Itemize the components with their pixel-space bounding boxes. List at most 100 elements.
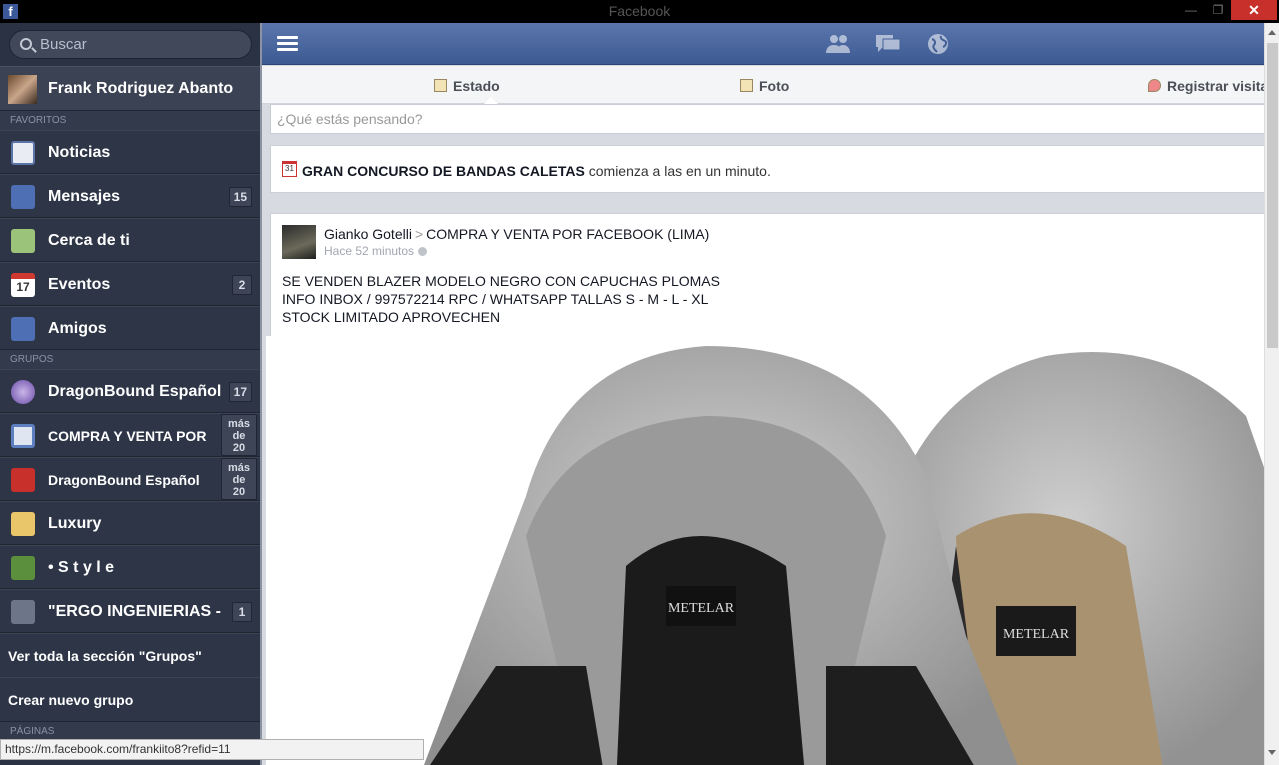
sidebar-item-label: Cerca de ti xyxy=(48,232,130,249)
dice-icon xyxy=(11,556,35,580)
status-url: https://m.facebook.com/frankiito8?refid=… xyxy=(0,739,424,760)
news-feed: Estado Foto Registrar visita ¿Qué estás … xyxy=(260,23,1264,765)
sidebar-item-cerca[interactable]: Cerca de ti xyxy=(0,218,260,262)
group-icon xyxy=(11,468,35,492)
scrollbar[interactable] xyxy=(1264,23,1279,765)
timestamp[interactable]: Hace 52 minutos xyxy=(324,244,414,258)
event-suffix: comienza a las en un minuto. xyxy=(584,163,771,179)
profile-row[interactable]: Frank Rodriguez Abanto xyxy=(0,66,260,110)
sidebar-item-label: DragonBound Español xyxy=(48,472,200,488)
sidebar-item-mensajes[interactable]: Mensajes 15 xyxy=(0,174,260,218)
fist-icon xyxy=(11,600,35,624)
notification-count: 1 xyxy=(232,602,252,622)
sidebar: Buscar Frank Rodriguez Abanto FAVORITOS … xyxy=(0,23,260,765)
event-title[interactable]: GRAN CONCURSO DE BANDAS CALETAS xyxy=(302,163,585,179)
hooded-blazers-image: METELAR METELAR xyxy=(423,346,1264,765)
sidebar-item-group[interactable]: DragonBound Español más de 20 xyxy=(0,457,260,501)
groups-header: GRUPOS xyxy=(0,349,260,369)
link-label: Ver toda la sección "Grupos" xyxy=(8,648,202,664)
scroll-down-icon[interactable] xyxy=(1268,750,1276,755)
sidebar-item-amigos[interactable]: Amigos xyxy=(0,306,260,350)
post-author[interactable]: Gianko Gotelli xyxy=(324,226,412,242)
public-globe-icon xyxy=(418,247,428,256)
tab-registrar-visita[interactable]: Registrar visita xyxy=(1148,78,1264,94)
link-label: Crear nuevo grupo xyxy=(8,692,134,708)
notifications-globe-icon[interactable] xyxy=(925,33,951,55)
see-all-groups-link[interactable]: Ver toda la sección "Grupos" xyxy=(0,633,260,677)
event-notice-text: GRAN CONCURSO DE BANDAS CALETAS comienza… xyxy=(302,163,771,179)
title-bar: f Facebook — ❐ ✕ xyxy=(0,0,1279,23)
sidebar-item-label: "ERGO INGENIERIAS - xyxy=(48,603,221,620)
pages-header: PÁGINAS xyxy=(0,721,260,741)
close-button[interactable]: ✕ xyxy=(1231,0,1277,20)
status-icon xyxy=(434,79,447,92)
messages-icon[interactable] xyxy=(875,33,901,55)
scroll-up-icon[interactable] xyxy=(1268,30,1276,35)
post-line: STOCK LIMITADO APROVECHEN xyxy=(282,309,501,325)
notification-count: más de 20 xyxy=(221,414,257,456)
news-feed-icon xyxy=(11,141,35,165)
nearby-icon xyxy=(11,229,35,253)
friends-icon xyxy=(11,317,35,341)
calendar-icon: 31 xyxy=(282,161,297,177)
composer-tabs: Estado Foto Registrar visita xyxy=(262,66,1264,104)
tab-foto[interactable]: Foto xyxy=(740,78,789,94)
sidebar-item-group[interactable]: COMPRA Y VENTA POR más de 20 xyxy=(0,413,260,457)
post-time: Hace 52 minutos xyxy=(324,244,428,258)
sidebar-item-noticias[interactable]: Noticias xyxy=(0,130,260,174)
app-window: f Facebook — ❐ ✕ Buscar Frank Rodriguez … xyxy=(0,0,1279,765)
sidebar-item-group[interactable]: "ERGO INGENIERIAS - 1 xyxy=(0,589,260,633)
avatar[interactable] xyxy=(282,225,316,259)
post-group[interactable]: COMPRA Y VENTA POR FACEBOOK (LIMA) xyxy=(426,226,709,242)
notification-count: 17 xyxy=(228,382,252,402)
search-placeholder: Buscar xyxy=(40,36,87,53)
post-body: SE VENDEN BLAZER MODELO NEGRO CON CAPUCH… xyxy=(282,272,720,326)
sidebar-item-label: COMPRA Y VENTA POR xyxy=(48,428,207,444)
tab-label: Registrar visita xyxy=(1167,78,1264,94)
sidebar-item-label: DragonBound Español xyxy=(48,383,222,400)
gavel-icon xyxy=(11,512,35,536)
event-notice[interactable]: 31 GRAN CONCURSO DE BANDAS CALETAS comie… xyxy=(270,145,1264,193)
sidebar-item-eventos[interactable]: 17 Eventos 2 xyxy=(0,262,260,306)
notification-count: 2 xyxy=(232,275,252,295)
friend-requests-icon[interactable] xyxy=(825,33,851,55)
minimize-button[interactable]: — xyxy=(1177,0,1205,20)
post-photo[interactable]: METELAR METELAR xyxy=(266,336,1264,765)
post-line: SE VENDEN BLAZER MODELO NEGRO CON CAPUCH… xyxy=(282,273,720,289)
tab-label: Estado xyxy=(453,78,500,94)
sidebar-item-label: Eventos xyxy=(48,276,111,293)
status-input[interactable]: ¿Qué estás pensando? xyxy=(270,104,1264,134)
maximize-button[interactable]: ❐ xyxy=(1204,0,1232,20)
profile-name: Frank Rodriguez Abanto xyxy=(48,80,234,97)
group-icon xyxy=(11,380,35,404)
sidebar-item-group[interactable]: DragonBound Español 17 xyxy=(0,369,260,413)
sidebar-item-label: Noticias xyxy=(48,144,111,161)
tab-label: Foto xyxy=(759,78,790,94)
jacket-label: METELAR xyxy=(668,601,735,616)
checkin-icon xyxy=(1148,79,1161,92)
search-input[interactable]: Buscar xyxy=(9,30,252,59)
sidebar-item-label: Amigos xyxy=(48,320,107,337)
sidebar-item-label: • S t y l e xyxy=(48,559,115,576)
sidebar-item-label: Mensajes xyxy=(48,188,121,205)
laptop-icon xyxy=(11,424,35,448)
active-tab-caret xyxy=(484,97,498,104)
favorites-header: FAVORITOS xyxy=(0,110,260,130)
scrollbar-thumb[interactable] xyxy=(1267,43,1278,348)
search-icon xyxy=(20,38,32,50)
post-header: Gianko Gotelli > COMPRA Y VENTA POR FACEBO… xyxy=(324,226,709,242)
sidebar-item-group[interactable]: • S t y l e xyxy=(0,545,260,589)
menu-icon[interactable] xyxy=(277,36,298,52)
messages-icon xyxy=(11,185,35,209)
create-group-link[interactable]: Crear nuevo grupo xyxy=(0,677,260,721)
notification-count: más de 20 xyxy=(221,458,257,500)
jacket-label: METELAR xyxy=(1003,627,1070,642)
photo-icon xyxy=(740,79,753,92)
notification-count: 15 xyxy=(228,187,252,207)
window-title: Facebook xyxy=(608,3,671,19)
sidebar-item-group[interactable]: Luxury xyxy=(0,501,260,545)
tab-estado[interactable]: Estado xyxy=(434,78,500,94)
post-line: INFO INBOX / 997572214 RPC / WHATSAPP TA… xyxy=(282,291,709,307)
feed-post: Gianko Gotelli > COMPRA Y VENTA POR FACEBO… xyxy=(266,213,1264,765)
events-icon: 17 xyxy=(11,273,35,297)
